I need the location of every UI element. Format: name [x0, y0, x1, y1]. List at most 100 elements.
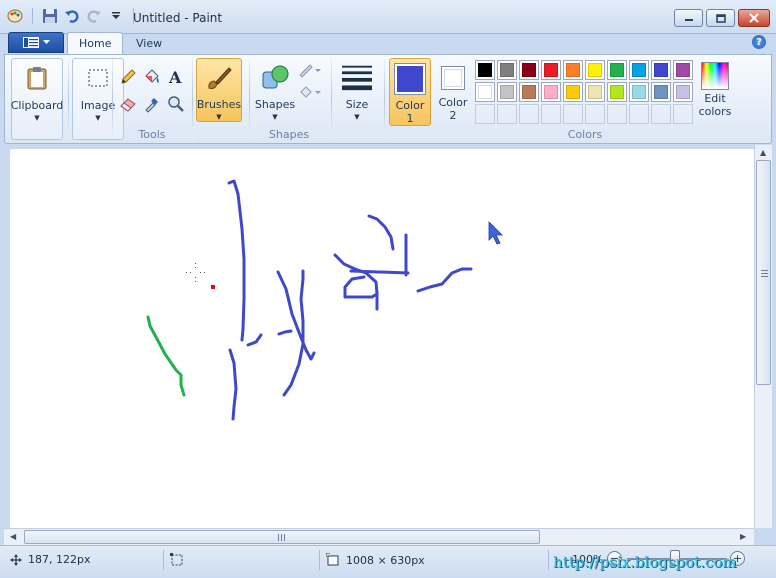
help-icon[interactable]: ?	[752, 35, 766, 49]
palette-custom-slot[interactable]	[607, 104, 627, 124]
palette-swatch[interactable]	[607, 82, 627, 102]
color1-button[interactable]: Color 1	[389, 58, 431, 126]
clipboard-button[interactable]: Clipboard ▼	[11, 58, 63, 140]
blue-stroke	[333, 253, 379, 299]
vertical-scrollbar[interactable]: ▲	[754, 145, 772, 528]
redo-icon[interactable]	[85, 7, 103, 25]
palette-swatch[interactable]	[629, 60, 649, 80]
horizontal-scroll-thumb[interactable]	[24, 530, 540, 544]
edit-colors-button[interactable]: Edit colors	[695, 58, 735, 140]
clipboard-icon	[22, 63, 52, 93]
color2-label-line1: Color	[438, 96, 468, 109]
palette-swatch[interactable]	[519, 60, 539, 80]
paint-app-icon[interactable]	[6, 7, 24, 25]
palette-custom-slot[interactable]	[651, 104, 671, 124]
palette-swatch[interactable]	[585, 82, 605, 102]
eraser-icon[interactable]	[117, 93, 139, 115]
canvas-workspace	[4, 145, 754, 528]
palette-swatch[interactable]	[497, 60, 517, 80]
fill-icon[interactable]	[297, 81, 323, 103]
close-button[interactable]	[738, 9, 770, 27]
palette-swatch[interactable]	[497, 82, 517, 102]
size-button[interactable]: Size ▼	[335, 58, 379, 140]
palette-custom-slot[interactable]	[673, 104, 693, 124]
move-cursor-icon	[10, 553, 22, 566]
palette-custom-slot[interactable]	[585, 104, 605, 124]
minimize-button[interactable]	[674, 9, 703, 27]
palette-swatch[interactable]	[519, 82, 539, 102]
green-stroke	[146, 315, 186, 397]
palette-swatch[interactable]	[475, 60, 495, 80]
tools-group-label: Tools	[138, 128, 166, 141]
grip-icon	[761, 270, 768, 277]
edit-colors-line1: Edit	[704, 92, 726, 105]
vertical-scroll-thumb[interactable]	[756, 160, 771, 385]
palette-custom-slot[interactable]	[563, 104, 583, 124]
save-icon[interactable]	[41, 7, 59, 25]
palette-swatch[interactable]	[563, 82, 583, 102]
palette-swatch[interactable]	[673, 60, 693, 80]
magnifier-icon[interactable]	[165, 93, 187, 115]
maximize-button[interactable]	[706, 9, 735, 27]
palette-swatch[interactable]	[541, 60, 561, 80]
color1-swatch	[394, 63, 426, 95]
paint-menu-button[interactable]	[8, 32, 64, 53]
drawing-canvas[interactable]	[10, 149, 754, 528]
chevron-down-icon: ▼	[95, 114, 101, 122]
group-separator	[112, 59, 113, 139]
palette-swatch[interactable]	[585, 60, 605, 80]
palette-custom-slot[interactable]	[497, 104, 517, 124]
canvas-strokes	[146, 179, 503, 421]
palette-custom-slot[interactable]	[541, 104, 561, 124]
color2-label-line2: 2	[449, 109, 457, 122]
pencil-icon[interactable]	[117, 66, 139, 88]
color1-label-line2: 1	[406, 112, 414, 125]
status-separator	[548, 550, 549, 570]
horizontal-scrollbar[interactable]: ◀ ▶	[4, 528, 754, 545]
customize-qat-dropdown-icon[interactable]	[107, 7, 125, 25]
undo-icon[interactable]	[63, 7, 81, 25]
color-picker-icon[interactable]	[141, 93, 163, 115]
chevron-down-icon	[42, 40, 50, 44]
text-icon[interactable]: A	[165, 66, 187, 88]
scroll-left-icon[interactable]: ◀	[10, 532, 16, 541]
color2-button[interactable]: Color 2	[433, 58, 473, 126]
color1-label-line1: Color	[395, 99, 425, 112]
palette-swatch[interactable]	[651, 60, 671, 80]
palette-custom-slot[interactable]	[629, 104, 649, 124]
blue-stroke	[227, 179, 246, 342]
selection-size	[170, 553, 184, 567]
quick-access-toolbar	[6, 7, 138, 25]
color2-label: Color 2	[439, 96, 468, 122]
window-title: Untitled - Paint	[133, 11, 223, 25]
brushes-button[interactable]: Brushes ▼	[196, 58, 242, 122]
ribbon-tabs: Home View ?	[0, 32, 776, 54]
clipboard-label: Clipboard	[10, 99, 64, 112]
palette-swatch[interactable]	[651, 82, 671, 102]
qat-separator	[32, 8, 33, 24]
line-size-icon	[342, 62, 372, 92]
group-separator	[249, 59, 250, 139]
outline-icon[interactable]	[297, 59, 323, 81]
palette-custom-slot[interactable]	[519, 104, 539, 124]
palette-custom-slot[interactable]	[475, 104, 495, 124]
shapes-label: Shapes	[254, 98, 296, 111]
palette-swatch[interactable]	[563, 60, 583, 80]
blue-stroke	[276, 270, 316, 361]
brush-icon	[204, 63, 234, 92]
scroll-right-icon[interactable]: ▶	[740, 532, 746, 541]
palette-swatch[interactable]	[607, 60, 627, 80]
blue-stroke	[246, 333, 263, 347]
scroll-up-icon[interactable]: ▲	[760, 148, 766, 157]
brushes-label: Brushes	[196, 98, 242, 111]
size-label: Size	[345, 98, 369, 111]
title-bar: Untitled - Paint	[0, 0, 776, 34]
palette-swatch[interactable]	[629, 82, 649, 102]
palette-swatch[interactable]	[475, 82, 495, 102]
tab-view[interactable]: View	[125, 32, 173, 54]
fill-bucket-icon[interactable]	[141, 66, 163, 88]
edit-colors-line2: colors	[698, 105, 732, 118]
palette-swatch[interactable]	[541, 82, 561, 102]
palette-swatch[interactable]	[673, 82, 693, 102]
tab-home[interactable]: Home	[67, 32, 124, 54]
